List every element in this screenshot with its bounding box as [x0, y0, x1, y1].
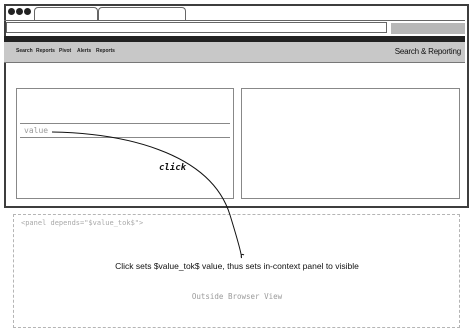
dashboard-panel-right: [241, 88, 460, 199]
browser-tab[interactable]: [34, 7, 98, 21]
table-row-divider: [20, 123, 230, 124]
address-go-button[interactable]: [391, 23, 465, 34]
diagram-caption: Click sets $value_tok$ value, thus sets …: [115, 261, 359, 271]
clickable-value[interactable]: value: [24, 126, 48, 135]
table-row-divider: [20, 137, 230, 138]
click-label: click: [159, 163, 187, 173]
panel-depends-code: <panel depends="$value_tok$">: [21, 219, 144, 227]
nav-item-alerts[interactable]: Alerts: [77, 48, 91, 54]
window-control-dot[interactable]: [16, 8, 23, 15]
window-control-dot[interactable]: [24, 8, 31, 15]
nav-item-reports[interactable]: Reports: [36, 48, 55, 54]
tab-strip-divider: [4, 20, 465, 21]
nav-item-search[interactable]: Search: [16, 48, 33, 54]
nav-item-reports-2[interactable]: Reports: [96, 48, 115, 54]
outside-browser-label: Outside Browser View: [191, 292, 283, 301]
app-title: Search & Reporting: [394, 47, 461, 56]
outside-browser-area: [13, 214, 460, 328]
content-divider: [4, 62, 465, 63]
address-bar[interactable]: [6, 22, 387, 33]
browser-tab[interactable]: [98, 7, 186, 21]
window-control-dot[interactable]: [8, 8, 15, 15]
dashboard-panel-left: [16, 88, 234, 199]
nav-item-pivot[interactable]: Pivot: [59, 48, 71, 54]
